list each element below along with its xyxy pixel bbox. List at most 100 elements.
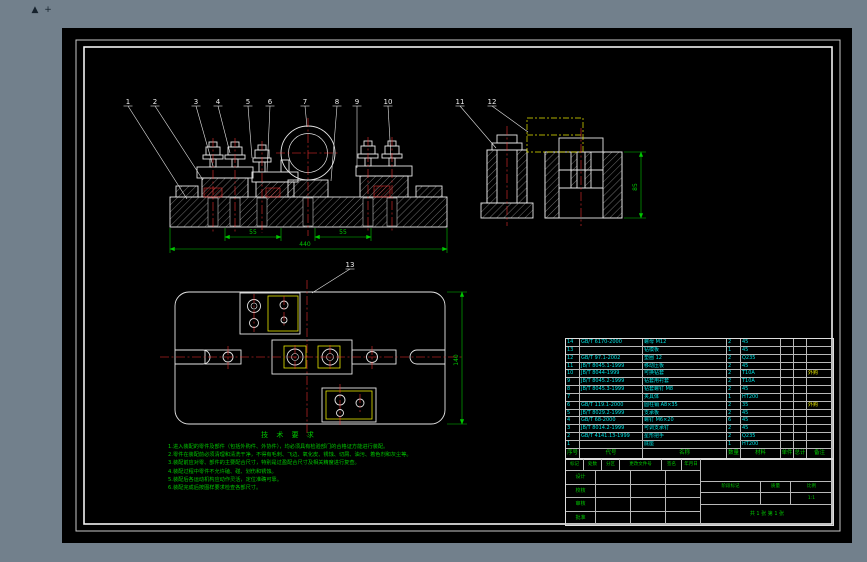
bom-cell: JB/T 8045.3-1999 [580, 386, 643, 394]
bom-cell [781, 378, 794, 387]
bom-cell [794, 425, 807, 434]
mass-label: 质量 [761, 481, 791, 493]
bom-cell: 6 [566, 401, 580, 410]
title-block-blank-cell [596, 484, 631, 498]
tech-lines: 1.进入装配的零件及部件（包括外购件、外协件），均必须具有检验部门的合格证方能进… [168, 443, 410, 492]
bom-cell [781, 386, 794, 394]
bom-rows: 14 GB/T 6170-2000 螺母 M12 2 45 13 钻模板 1 45 12 GB/T … [566, 339, 833, 449]
bom-cell [794, 346, 807, 355]
bom-cell: 12 [566, 354, 580, 363]
bom-cell [781, 370, 794, 379]
bom-cell [781, 433, 794, 441]
balloon-label: 1 [126, 98, 130, 106]
bom-cell: JB/T 8014.2-1999 [580, 425, 643, 434]
title-block-header-cell: 年月日 [682, 459, 701, 471]
bom-cell [794, 409, 807, 418]
bom-cell [781, 346, 794, 355]
tech-requirement-line: 5.装配后各运动机构应动作灵活，定位准确可靠。 [168, 476, 282, 483]
bom-cell: 2 [727, 378, 741, 387]
bom-cell: T10A [741, 370, 781, 379]
bom-cell: GB/T 97.1-2002 [580, 354, 643, 363]
bom-cell: 钻套用衬套 [643, 378, 727, 387]
bom-cell: 外购 [807, 370, 833, 379]
bom-cell: 钻套螺钉 M8 [643, 386, 727, 394]
bom-cell [781, 401, 794, 410]
balloon-label: 8 [335, 98, 339, 106]
bom-cell [794, 354, 807, 363]
title-block-header-cell: 处数 [584, 459, 602, 471]
bom-row: 14 GB/T 6170-2000 螺母 M12 2 45 [566, 339, 833, 347]
balloon-label: 5 [246, 98, 250, 106]
bom-cell: 6 [727, 417, 741, 426]
bom-cell: 45 [741, 417, 781, 426]
bom-cell: GB/T 119.1-2000 [580, 401, 643, 410]
bom-cell: HT200 [741, 393, 781, 402]
bom-cell: 1 [566, 440, 580, 449]
bom-cell [807, 346, 833, 355]
bom-cell [807, 417, 833, 426]
bom-cell [794, 362, 807, 371]
bom-cell: 8 [566, 386, 580, 394]
bom-cell: GB/T 6170-2000 [580, 339, 643, 347]
balloon-label: 2 [153, 98, 157, 106]
title-block-header-cell: 标记 [566, 459, 584, 471]
bom-cell: T10A [741, 378, 781, 387]
dimension-text: 85 [632, 183, 639, 191]
title-block-blank-cell [666, 511, 701, 525]
dimension-text: 55 [249, 229, 257, 236]
dimension-text: 140 [453, 354, 460, 366]
title-block-header-cell: 签名 [662, 459, 682, 471]
bom-cell [794, 401, 807, 410]
bom-cell [807, 393, 833, 402]
bom-cell: 1 [727, 440, 741, 449]
tech-requirement-line: 3.装配前应对零、部件的主要配合尺寸，特别是过盈配合尺寸及相关精度进行复查。 [168, 460, 360, 467]
bom-cell [794, 393, 807, 402]
bom-row: 4 GB/T 68-2000 螺钉 M6×20 6 45 [566, 417, 833, 426]
bom-cell: 4 [566, 417, 580, 426]
bom-cell [794, 386, 807, 394]
technical-requirements-title: 技 术 要 求 [261, 431, 317, 439]
stage-mark-label: 阶段标记 [701, 481, 761, 493]
title-block-blank-cell [596, 471, 631, 485]
bom-row: 1 底座 1 HT200 [566, 440, 833, 449]
technical-requirements: 技 术 要 求 1.进入装配的零件及部件（包括外购件、外协件），均必须具有检验部… [168, 430, 410, 492]
bom-cell: 5 [566, 409, 580, 418]
bom-cell: 可调支承钉 [643, 425, 727, 434]
balloon-label: 6 [268, 98, 273, 106]
bom-row: 9 JB/T 8045.2-1999 钻套用衬套 2 T10A [566, 378, 833, 387]
bom-cell: 10 [566, 370, 580, 379]
bom-row: 2 GB/T 4141.13-1999 星形把手 2 Q235 [566, 433, 833, 441]
bom-cell: 可换钻套 [643, 370, 727, 379]
bom-cell: 螺母 M12 [643, 339, 727, 347]
bom-cell: 支承板 [643, 409, 727, 418]
bom-cell [807, 339, 833, 347]
bom-cell: JB/T 8044-1999 [580, 370, 643, 379]
title-block-blank-cell [596, 511, 631, 525]
balloon-label: 12 [488, 98, 497, 106]
bom-cell: 45 [741, 339, 781, 347]
bom-cell [794, 378, 807, 387]
bom-cell [807, 354, 833, 363]
title-block-blank-cell [596, 498, 631, 512]
parts-list-table: 14 GB/T 6170-2000 螺母 M12 2 45 13 钻模板 1 45 12 GB/T … [565, 338, 834, 460]
title-block-role-label: 校核 [566, 484, 596, 498]
bom-cell: 1 [727, 346, 741, 355]
bom-cell: 外购 [807, 401, 833, 410]
right-boss [415, 185, 443, 198]
bom-row: 3 JB/T 8014.2-1999 可调支承钉 2 45 [566, 425, 833, 434]
bom-cell: 2 [727, 362, 741, 371]
bom-cell [781, 393, 794, 402]
bom-cell [781, 339, 794, 347]
bom-cell: 9 [566, 378, 580, 387]
bom-cell [807, 440, 833, 449]
bom-cell [580, 346, 643, 355]
left-boss [175, 185, 199, 198]
bom-cell: JB/T 8045.1-1999 [580, 362, 643, 371]
bom-row: 11 JB/T 8045.1-1999 移动压板 2 45 [566, 362, 833, 371]
balloon-label: 4 [216, 98, 221, 106]
scale-value: 1:1 [791, 493, 833, 505]
bom-cell: JB/T 8029.2-1999 [580, 409, 643, 418]
title-block-blank-cell [631, 471, 666, 485]
title-block-header-cell: 更改文件号 [620, 459, 662, 471]
balloon-label: 7 [303, 98, 307, 106]
